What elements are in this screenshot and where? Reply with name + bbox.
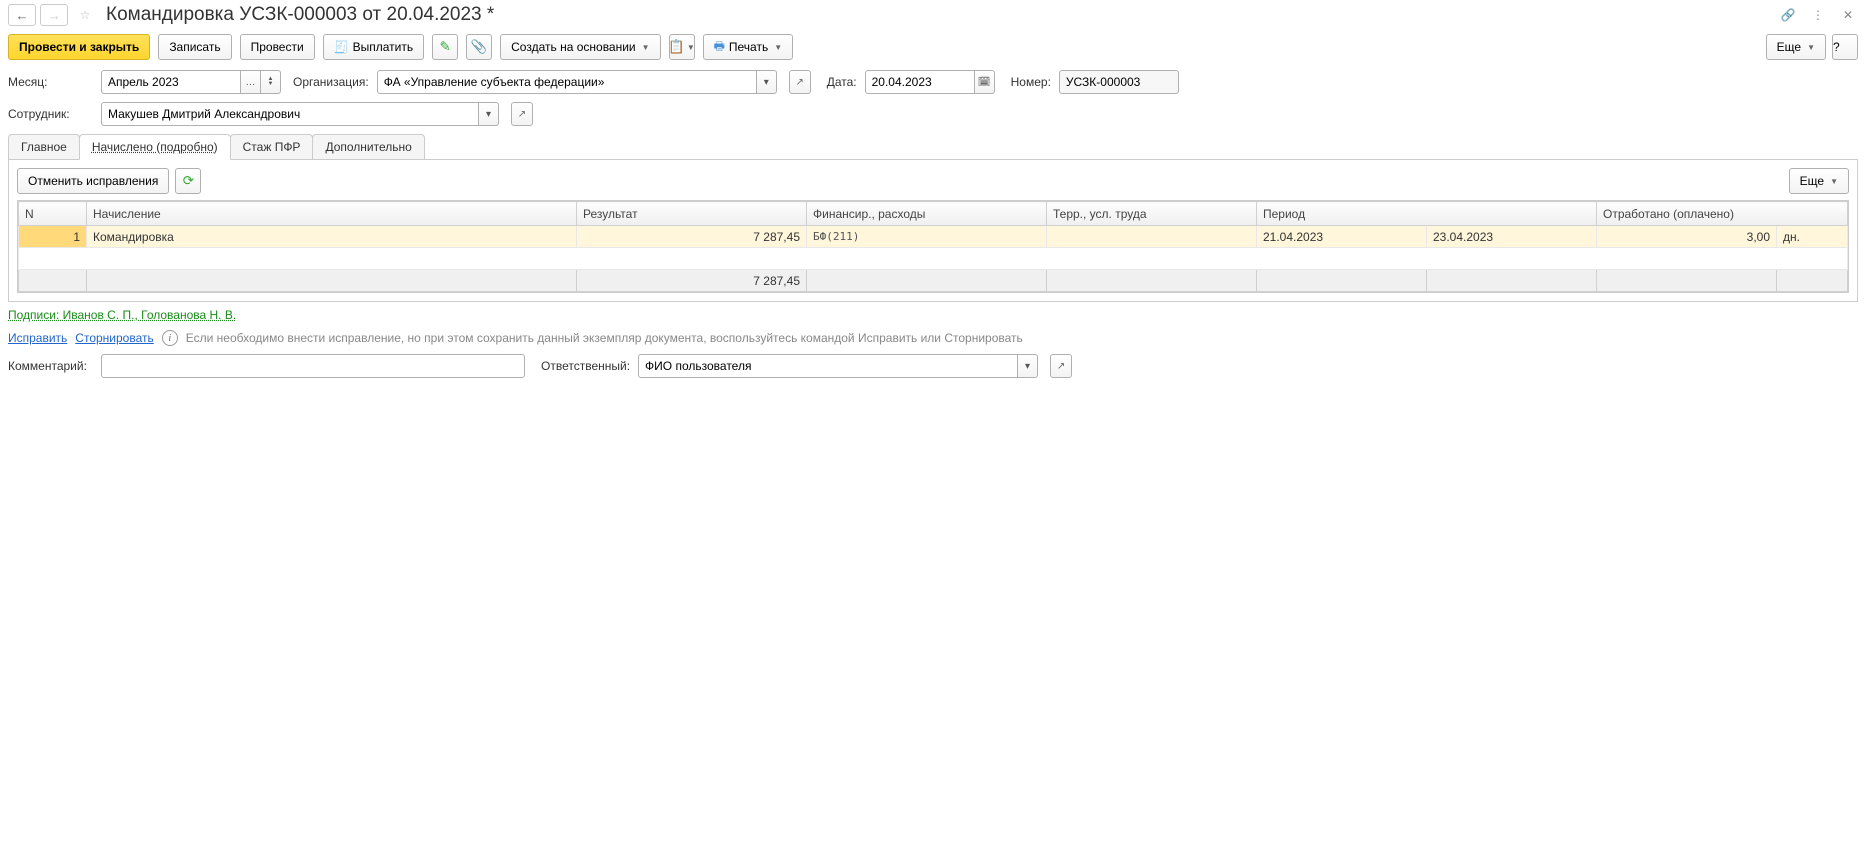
employee-input[interactable] — [101, 102, 479, 126]
date-label: Дата: — [827, 75, 857, 89]
org-label: Организация: — [293, 75, 369, 89]
table-footer-row: 7 287,45 — [19, 270, 1848, 292]
panel-more-label: Еще — [1800, 174, 1824, 188]
close-icon[interactable]: ✕ — [1838, 5, 1858, 25]
cell-financing[interactable]: БФ(211) — [807, 226, 1047, 248]
month-input[interactable] — [101, 70, 241, 94]
more-menu-icon[interactable]: ⋮ — [1808, 5, 1828, 25]
month-label: Месяц: — [8, 75, 93, 89]
employee-label: Сотрудник: — [8, 107, 93, 121]
cell-period-from[interactable]: 21.04.2023 — [1257, 226, 1427, 248]
post-button[interactable]: Провести — [240, 34, 315, 60]
table-empty-area — [19, 248, 1848, 270]
chevron-down-icon: ▼ — [1830, 177, 1838, 186]
print-label: Печать — [729, 40, 768, 54]
number-label: Номер: — [1011, 75, 1051, 89]
month-spinner[interactable]: ▲▼ — [261, 70, 281, 94]
cell-territory[interactable] — [1047, 226, 1257, 248]
col-n[interactable]: N — [19, 202, 87, 226]
cell-worked[interactable]: 3,00 — [1597, 226, 1777, 248]
info-text: Если необходимо внести исправление, но п… — [186, 331, 1023, 345]
number-input — [1059, 70, 1179, 94]
cell-result[interactable]: 7 287,45 — [577, 226, 807, 248]
panel-more-button[interactable]: Еще ▼ — [1789, 168, 1849, 194]
window-title: Командировка УСЗК-000003 от 20.04.2023 * — [106, 4, 1774, 26]
tab-accrued-label: Начислено (подробно) — [92, 140, 218, 154]
footer-result: 7 287,45 — [577, 270, 807, 292]
col-accrual[interactable]: Начисление — [87, 202, 577, 226]
col-financing[interactable]: Финансир., расходы — [807, 202, 1047, 226]
tab-extra[interactable]: Дополнительно — [312, 134, 424, 159]
create-on-basis-button[interactable]: Создать на основании ▼ — [500, 34, 660, 60]
link-icon[interactable]: 🔗 — [1778, 5, 1798, 25]
signatures-link[interactable]: Подписи: Иванов С. П., Голованова Н. В. — [8, 308, 236, 322]
org-input[interactable] — [377, 70, 757, 94]
chevron-down-icon: ▼ — [642, 43, 650, 52]
table-header-row: N Начисление Результат Финансир., расход… — [19, 202, 1848, 226]
help-button[interactable]: ? — [1832, 34, 1858, 60]
more-button[interactable]: Еще ▼ — [1766, 34, 1826, 60]
responsible-open-button[interactable]: ↗ — [1050, 354, 1072, 378]
cell-n[interactable]: 1 — [19, 226, 87, 248]
copy-button[interactable]: 📋 ▼ — [669, 34, 695, 60]
reverse-link[interactable]: Сторнировать — [75, 331, 153, 345]
org-open-button[interactable]: ↗ — [789, 70, 811, 94]
table-row[interactable]: 1 Командировка 7 287,45 БФ(211) 21.04.20… — [19, 226, 1848, 248]
copy-icon: 📋 — [668, 39, 685, 55]
tab-accrued[interactable]: Начислено (подробно) — [79, 134, 231, 160]
chevron-down-icon: ▼ — [687, 43, 695, 52]
print-icon: 🖶 — [714, 37, 725, 58]
responsible-dropdown-button[interactable]: ▾ — [1018, 354, 1038, 378]
print-button[interactable]: 🖶 Печать ▼ — [703, 34, 794, 60]
col-result[interactable]: Результат — [577, 202, 807, 226]
org-dropdown-button[interactable]: ▾ — [757, 70, 777, 94]
col-worked[interactable]: Отработано (оплачено) — [1597, 202, 1848, 226]
employee-open-button[interactable]: ↗ — [511, 102, 533, 126]
attach-button[interactable]: 📎 — [466, 34, 492, 60]
employee-dropdown-button[interactable]: ▾ — [479, 102, 499, 126]
post-and-close-button[interactable]: Провести и закрыть — [8, 34, 150, 60]
save-button[interactable]: Записать — [158, 34, 231, 60]
cancel-corrections-button[interactable]: Отменить исправления — [17, 168, 169, 194]
accruals-table: N Начисление Результат Финансир., расход… — [18, 201, 1848, 292]
responsible-input[interactable] — [638, 354, 1018, 378]
info-icon: i — [162, 330, 178, 346]
favorite-star-icon[interactable]: ☆ — [74, 4, 96, 26]
comment-label: Комментарий: — [8, 359, 93, 373]
cell-accrual[interactable]: Командировка — [87, 226, 577, 248]
chevron-down-icon: ▼ — [1807, 43, 1815, 52]
cell-period-to[interactable]: 23.04.2023 — [1427, 226, 1597, 248]
forward-button[interactable]: → — [40, 4, 68, 26]
responsible-label: Ответственный: — [541, 359, 630, 373]
tab-main[interactable]: Главное — [8, 134, 80, 159]
cell-unit[interactable]: дн. — [1777, 226, 1848, 248]
create-on-basis-label: Создать на основании — [511, 40, 636, 54]
date-picker-button[interactable]: 🗓 — [975, 70, 995, 94]
more-label: Еще — [1777, 40, 1801, 54]
highlight-button[interactable]: ✎ — [432, 34, 458, 60]
comment-input[interactable] — [101, 354, 525, 378]
col-territory[interactable]: Терр., усл. труда — [1047, 202, 1257, 226]
recalculate-button[interactable]: ⟳ — [175, 168, 201, 194]
col-period[interactable]: Период — [1257, 202, 1597, 226]
pay-button[interactable]: 🧾 Выплатить — [323, 34, 424, 60]
tab-pfr[interactable]: Стаж ПФР — [230, 134, 314, 159]
correct-link[interactable]: Исправить — [8, 331, 67, 345]
pay-icon: 🧾 — [334, 40, 349, 54]
chevron-down-icon: ▼ — [774, 43, 782, 52]
date-input[interactable] — [865, 70, 975, 94]
back-button[interactable]: ← — [8, 4, 36, 26]
month-select-button[interactable]: … — [241, 70, 261, 94]
pay-label: Выплатить — [353, 40, 414, 54]
